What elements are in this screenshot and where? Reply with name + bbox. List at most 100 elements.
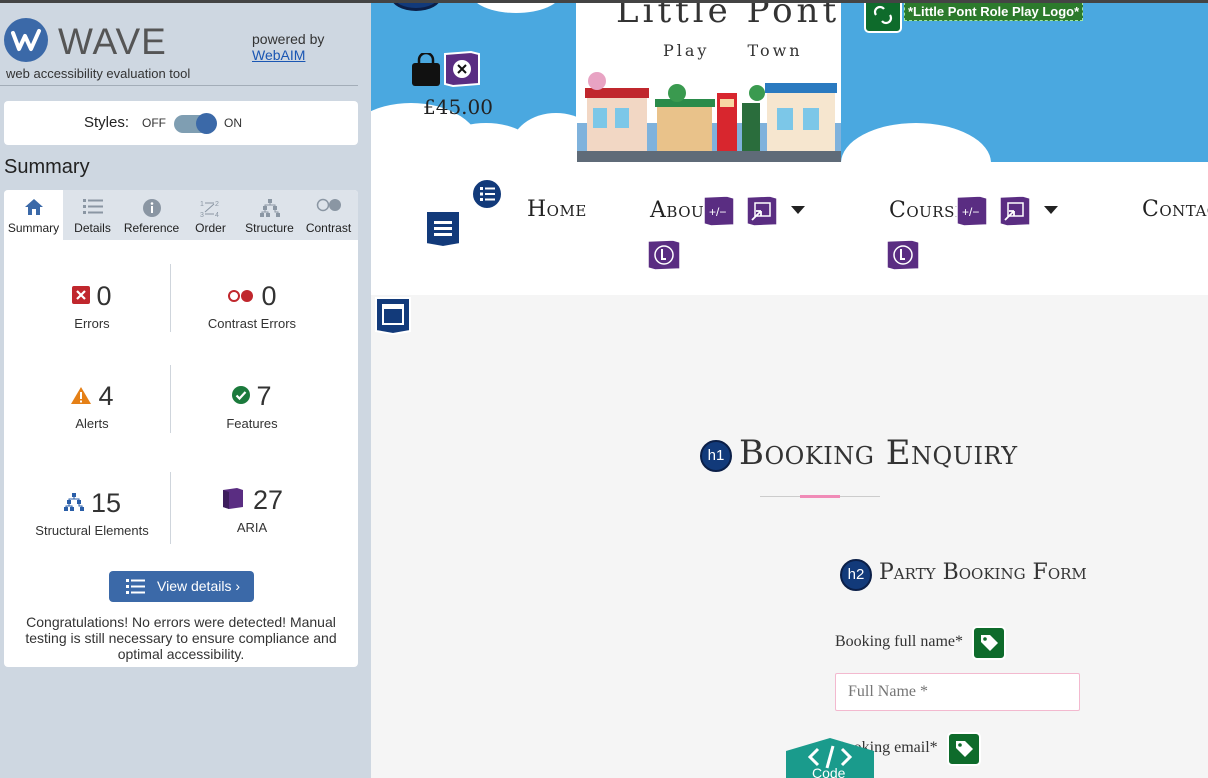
page-title: Booking Enquiry xyxy=(739,433,1018,473)
features-stat[interactable]: 7 Features xyxy=(177,381,327,431)
wave-aria-hidden-icon xyxy=(444,50,480,88)
svg-text:+/−: +/− xyxy=(962,205,979,219)
full-name-input[interactable] xyxy=(835,673,1080,711)
wave-logo-text: WAVE xyxy=(58,21,167,62)
nav-contact[interactable]: Contact xyxy=(1142,197,1208,222)
toggle-knob[interactable] xyxy=(196,113,217,134)
site-nav: Home About +/− Courses +/− Contact xyxy=(371,162,1208,295)
contrast-icon xyxy=(316,198,342,215)
alerts-stat[interactable]: 4 Alerts xyxy=(17,381,167,431)
view-details-label: View details › xyxy=(157,578,241,594)
tab-label: Reference xyxy=(123,221,180,235)
nav-home[interactable]: Home xyxy=(527,197,587,222)
tab-order[interactable]: 1 2 3 4 Order xyxy=(181,190,240,240)
svg-text:4: 4 xyxy=(215,212,219,218)
cloud-decoration xyxy=(471,3,561,13)
wave-navigation-icon xyxy=(425,210,461,248)
logo-alt-text: *Little Pont Role Play Logo* xyxy=(904,3,1084,21)
wave-tagline: web accessibility evaluation tool xyxy=(6,66,191,81)
wave-tabs: Summary Details Reference 1 2 3 4 Order Str… xyxy=(4,190,358,240)
styles-off-label: OFF xyxy=(142,116,166,130)
shop-illustration xyxy=(577,72,841,162)
stat-divider xyxy=(170,472,171,544)
tab-label: Details xyxy=(74,221,111,235)
wave-h1-badge: h1 xyxy=(700,440,732,472)
svg-text:2: 2 xyxy=(215,201,219,208)
order-icon: 1 2 3 4 xyxy=(200,198,222,221)
stat-divider xyxy=(170,264,171,332)
tab-summary[interactable]: Summary xyxy=(4,190,63,240)
info-icon xyxy=(142,198,162,221)
cloud-decoration xyxy=(841,123,991,162)
features-label: Features xyxy=(226,416,278,431)
name-field-label: Booking full name* xyxy=(835,633,963,650)
wave-list-icon xyxy=(471,178,503,210)
aria-label: ARIA xyxy=(236,520,268,535)
website-preview: Little Pont Play Town £45.00 *Little Pon… xyxy=(371,3,1208,778)
header-divider xyxy=(0,85,358,86)
alerts-count: 4 xyxy=(98,381,114,411)
courses-dropdown-caret[interactable] xyxy=(1044,206,1058,214)
wave-h2-badge: h2 xyxy=(840,559,872,591)
tab-reference[interactable]: Reference xyxy=(122,190,181,240)
aria-count: 27 xyxy=(252,485,284,515)
congrats-message: Congratulations! No errors were detected… xyxy=(25,614,337,662)
powered-by-text: powered by xyxy=(252,31,325,47)
structural-count: 15 xyxy=(90,488,122,518)
errors-stat[interactable]: 0 Errors xyxy=(17,281,167,331)
site-logo-title: Little Pont xyxy=(616,3,841,31)
alerts-label: Alerts xyxy=(75,416,109,431)
wave-aria-popup-icon xyxy=(999,195,1031,227)
wave-aria-popup-icon xyxy=(746,195,778,227)
error-icon xyxy=(72,286,91,304)
structural-label: Structural Elements xyxy=(35,523,149,538)
errors-count: 0 xyxy=(96,281,112,311)
feature-check-icon xyxy=(232,386,251,404)
wave-form-label-icon xyxy=(972,626,1006,660)
wave-sidebar: WAVE web accessibility evaluation tool p… xyxy=(0,3,371,778)
structure-icon xyxy=(259,198,281,221)
shopping-bag-icon[interactable] xyxy=(411,53,441,87)
contrast-errors-count: 0 xyxy=(261,281,277,311)
list-icon xyxy=(126,579,145,597)
tab-label: Contrast xyxy=(305,221,352,235)
tab-label: Summary xyxy=(7,221,60,235)
wave-linked-image-icon xyxy=(864,3,902,33)
wave-code-button[interactable]: Code xyxy=(784,737,876,778)
structural-stat[interactable]: 15 Structural Elements xyxy=(17,488,167,538)
aria-stat[interactable]: 27 ARIA xyxy=(177,485,327,535)
list-icon xyxy=(82,198,103,219)
home-icon xyxy=(24,198,44,219)
cart-price: £45.00 xyxy=(423,95,493,119)
structure-icon xyxy=(63,493,84,511)
site-header: Little Pont Play Town £45.00 *Little Pon… xyxy=(371,3,1208,162)
contrast-errors-stat[interactable]: 0 Contrast Errors xyxy=(177,281,327,331)
tab-structure[interactable]: Structure xyxy=(240,190,299,240)
webaim-link[interactable]: WebAIM xyxy=(252,47,324,63)
summary-heading: Summary xyxy=(4,156,90,178)
tab-details[interactable]: Details xyxy=(63,190,122,240)
code-button-label: Code xyxy=(812,765,846,778)
view-details-button[interactable]: View details › xyxy=(109,571,254,602)
errors-label: Errors xyxy=(74,316,110,331)
styles-on-label: ON xyxy=(224,116,242,130)
wave-main-region-icon xyxy=(375,297,411,335)
styles-label: Styles: xyxy=(84,114,130,131)
contrast-error-icon xyxy=(228,290,254,302)
svg-text:+/−: +/− xyxy=(709,205,726,219)
contrast-errors-label: Contrast Errors xyxy=(207,316,297,331)
tab-contrast[interactable]: Contrast xyxy=(299,190,358,240)
form-heading: Party Booking Form xyxy=(879,560,1087,585)
site-logo-subtitle: Play Town xyxy=(663,41,803,60)
styles-toggle-box: Styles: OFF ON xyxy=(4,101,358,145)
summary-panel: Summary Details Reference 1 2 3 4 Order Str… xyxy=(4,190,358,667)
title-divider-accent xyxy=(800,495,840,498)
features-count: 7 xyxy=(256,381,272,411)
styles-toggle-switch[interactable] xyxy=(174,113,217,134)
aria-icon xyxy=(222,488,243,509)
about-dropdown-caret[interactable] xyxy=(791,206,805,214)
wave-icon-partial xyxy=(391,3,441,11)
svg-text:3: 3 xyxy=(200,212,204,218)
wave-form-label-icon xyxy=(947,732,981,766)
wave-aria-tabindex-icon xyxy=(647,239,681,271)
